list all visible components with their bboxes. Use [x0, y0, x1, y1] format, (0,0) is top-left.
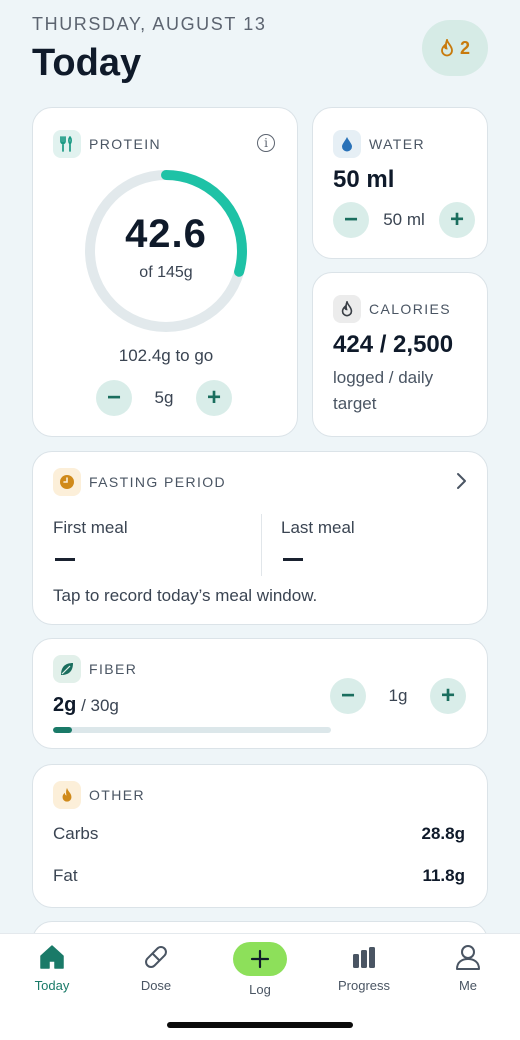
tab-log[interactable]: Log [220, 942, 300, 997]
protein-step-value: 5g [154, 388, 174, 407]
log-plus-button[interactable] [233, 942, 287, 976]
tab-progress[interactable]: Progress [324, 942, 404, 993]
fiber-current: 2g [53, 694, 77, 716]
water-header: WATER [333, 130, 425, 158]
tab-today-label: Today [34, 978, 70, 993]
fiber-stepper: − 1g + [330, 678, 466, 714]
fiber-progress-bar [53, 727, 331, 733]
protein-target: of 145g [139, 264, 193, 281]
water-label: WATER [369, 136, 425, 152]
carbs-value: 28.8g [421, 824, 465, 843]
info-icon[interactable]: i [257, 134, 275, 152]
person-icon [456, 945, 480, 970]
last-meal-empty-value [283, 558, 303, 561]
leaf-icon [53, 655, 81, 683]
other-card[interactable]: OTHER Carbs 28.8g Fat 11.8g [32, 764, 488, 908]
fiber-step-value: 1g [388, 686, 408, 705]
tab-today[interactable]: Today [12, 942, 92, 993]
tab-dose-label: Dose [140, 978, 172, 993]
fasting-header: FASTING PERIOD [53, 468, 226, 496]
fiber-decrement-button[interactable]: − [330, 678, 366, 714]
water-stepper: − 50 ml + [333, 202, 475, 238]
minus-icon: − [106, 384, 121, 411]
fork-knife-icon [53, 130, 81, 158]
tab-progress-label: Progress [337, 978, 391, 993]
protein-label: PROTEIN [89, 136, 162, 152]
tab-me-label: Me [458, 978, 478, 993]
meal-divider [261, 514, 262, 576]
fiber-increment-button[interactable]: + [430, 678, 466, 714]
protein-header: PROTEIN [53, 130, 161, 158]
fiber-card[interactable]: FIBER 2g / 30g − 1g + [32, 638, 488, 749]
pill-icon [145, 946, 167, 968]
calories-desc-line1: logged / daily [333, 368, 434, 387]
fasting-hint: Tap to record today’s meal window. [53, 586, 318, 605]
water-amount: 50 ml [333, 166, 395, 193]
other-header: OTHER [53, 781, 145, 809]
protein-card[interactable]: PROTEIN i 42.6 of 145g 102.4g to go − 5g… [32, 107, 298, 437]
protein-value: 42.6 [125, 212, 207, 256]
last-meal-label[interactable]: Last meal [281, 518, 355, 538]
bar-chart-icon [353, 947, 375, 968]
fiber-value: 2g / 30g [53, 694, 119, 717]
clock-icon [53, 468, 81, 496]
calories-value: 424 / 2,500 [333, 331, 454, 358]
fiber-label: FIBER [89, 661, 138, 677]
plus-icon: + [449, 206, 464, 233]
water-step-value: 50 ml [383, 210, 425, 229]
tab-dose[interactable]: Dose [116, 942, 196, 993]
fiber-header: FIBER [53, 655, 137, 683]
protein-decrement-button[interactable]: − [96, 380, 132, 416]
water-decrement-button[interactable]: − [333, 202, 369, 238]
first-meal-empty-value [55, 558, 75, 561]
protein-remaining: 102.4g to go [118, 346, 214, 365]
flame-icon [53, 781, 81, 809]
streak-badge[interactable]: 2 [422, 20, 488, 76]
date-label: THURSDAY, AUGUST 13 [32, 14, 267, 34]
water-drop-icon [333, 130, 361, 158]
fasting-card[interactable]: FASTING PERIOD First meal Last meal Tap … [32, 451, 488, 625]
chevron-right-icon[interactable] [455, 472, 467, 490]
other-label: OTHER [89, 787, 145, 803]
tab-log-label: Log [249, 982, 271, 997]
home-indicator [167, 1022, 353, 1028]
tab-me[interactable]: Me [428, 942, 508, 993]
plus-icon: + [440, 682, 455, 709]
minus-icon: − [340, 682, 355, 709]
calories-card[interactable]: CALORIES 424 / 2,500 logged / daily targ… [312, 272, 488, 437]
streak-count: 2 [459, 37, 470, 58]
water-card[interactable]: WATER 50 ml − 50 ml + [312, 107, 488, 259]
flame-icon [441, 39, 453, 57]
first-meal-label[interactable]: First meal [53, 518, 128, 538]
calories-header: CALORIES [333, 295, 451, 323]
fasting-label: FASTING PERIOD [89, 474, 227, 490]
plus-icon: + [206, 384, 221, 411]
plus-icon [250, 949, 270, 969]
fiber-progress-fill [53, 727, 72, 733]
page-title: Today [32, 42, 142, 84]
calories-label: CALORIES [369, 301, 451, 317]
water-increment-button[interactable]: + [439, 202, 475, 238]
fat-label: Fat [53, 866, 78, 885]
protein-stepper: − 5g + [96, 380, 232, 416]
minus-icon: − [343, 206, 358, 233]
fiber-target: / 30g [76, 696, 119, 715]
fat-value: 11.8g [422, 866, 465, 885]
carbs-label: Carbs [53, 824, 99, 843]
calories-desc-line2: target [333, 394, 377, 413]
protein-increment-button[interactable]: + [196, 380, 232, 416]
home-icon [40, 945, 64, 969]
flame-icon [333, 295, 361, 323]
